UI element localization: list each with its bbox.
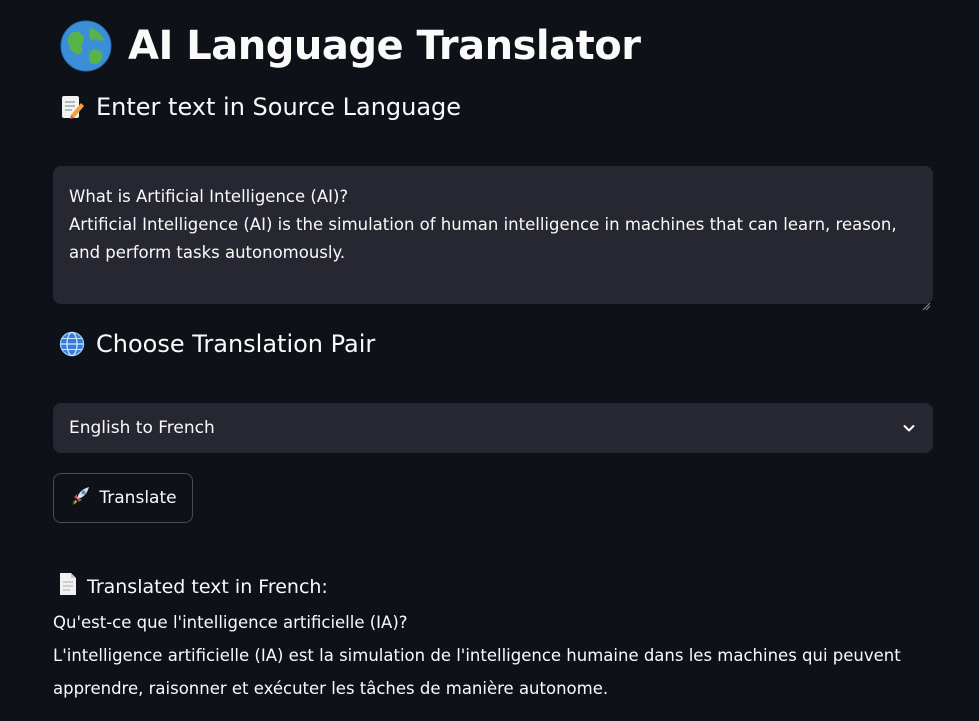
title-row: AI Language Translator	[60, 20, 641, 72]
pair-section-title: Choose Translation Pair	[96, 330, 376, 358]
memo-pencil-icon	[58, 93, 86, 121]
result-header: Translated text in French:	[58, 572, 328, 601]
source-section-header: Enter text in Source Language	[58, 93, 461, 121]
globe-earth-icon	[60, 20, 112, 72]
translation-pair-select[interactable]: English to French	[53, 403, 933, 453]
result-header-title: Translated text in French:	[87, 575, 328, 598]
translated-text-line: L'intelligence artificielle (IA) est la …	[53, 646, 901, 665]
app-root: AI Language Translator Enter text in Sou…	[0, 0, 979, 721]
translated-text-line: Qu'est-ce que l'intelligence artificiell…	[53, 613, 408, 632]
source-section-title: Enter text in Source Language	[96, 93, 462, 121]
source-text-line: Artificial Intelligence (AI) is the simu…	[69, 215, 897, 234]
resize-handle-icon[interactable]	[921, 292, 931, 311]
page-document-icon	[58, 572, 78, 601]
chevron-down-icon[interactable]	[901, 420, 917, 436]
selected-pair-value: English to French	[69, 418, 215, 438]
pair-section-header: Choose Translation Pair	[58, 330, 375, 358]
translated-text-line: apprendre, raisonner et exécuter les tâc…	[53, 679, 609, 698]
translate-button[interactable]: Translate	[53, 473, 193, 523]
source-text-line: What is Artificial Intelligence (AI)?	[69, 187, 349, 206]
globe-meridians-icon	[58, 330, 86, 358]
source-text-input[interactable]: What is Artificial Intelligence (AI)? Ar…	[53, 166, 933, 311]
translate-button-label: Translate	[99, 488, 177, 508]
page-title: AI Language Translator	[128, 23, 641, 69]
source-text-line: and perform tasks autonomously.	[69, 243, 346, 262]
translated-text: Qu'est-ce que l'intelligence artificiell…	[53, 606, 953, 705]
rocket-icon	[69, 485, 91, 512]
